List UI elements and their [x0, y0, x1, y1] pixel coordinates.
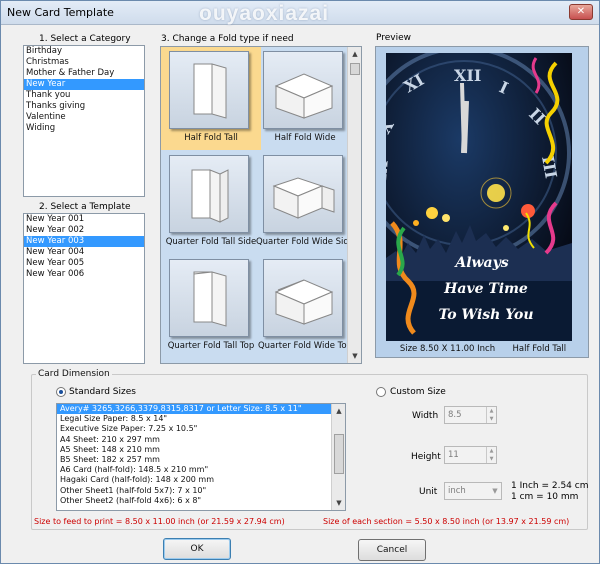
category-item[interactable]: Thanks giving — [24, 101, 144, 112]
unit-label: Unit — [419, 487, 438, 497]
size-option[interactable]: Other Sheet2 (half-fold 4x6): 6 x 8" — [57, 496, 331, 506]
fold-option-label: Quarter Fold Wide Side — [255, 237, 355, 247]
template-item[interactable]: New Year 004 — [24, 247, 144, 258]
fold-type-panel[interactable]: Quarter Fold Wide Top Quarter Fold Tall T… — [160, 46, 362, 364]
width-label: Width — [412, 411, 439, 421]
standard-sizes-label[interactable]: Standard Sizes — [69, 387, 136, 397]
quarter-fold-wide-top-icon[interactable] — [263, 259, 343, 337]
category-heading: 1. Select a Category — [39, 34, 131, 44]
category-item[interactable]: Thank you — [24, 90, 144, 101]
quarter-fold-wide-side-icon[interactable] — [263, 155, 343, 233]
category-list[interactable]: Birthday Christmas Mother & Father Day New … — [23, 45, 145, 197]
category-item[interactable]: New Year — [24, 79, 144, 90]
chevron-down-icon[interactable]: ▼ — [489, 483, 501, 499]
width-field[interactable]: 8.5 ▲ ▼ — [444, 406, 497, 424]
size-option[interactable]: A5 Sheet: 148 x 210 mm — [57, 445, 331, 455]
fold-option[interactable]: Half Fold Wide — [255, 47, 355, 150]
preview-caption: Size 8.50 X 11.00 Inch Half Fold Tall — [376, 344, 590, 354]
height-label: Height — [411, 452, 441, 462]
title-bar: New Card Template ouyaoxiazai ✕ — [1, 1, 599, 25]
template-item[interactable]: New Year 006 — [24, 269, 144, 280]
width-stepper[interactable]: ▲ ▼ — [486, 407, 496, 423]
fold-heading: 3. Change a Fold type if need — [161, 34, 294, 44]
ok-button[interactable]: OK — [163, 538, 231, 560]
preview-heading: Preview — [376, 33, 412, 43]
fold-scrollbar[interactable]: ▲ ▼ — [347, 47, 361, 363]
section-size-text: Size of each section = 5.50 x 8.50 inch … — [323, 517, 570, 526]
quarter-fold-tall-side-icon[interactable] — [169, 155, 249, 233]
template-item[interactable]: New Year 002 — [24, 225, 144, 236]
scroll-thumb[interactable] — [350, 63, 360, 75]
fold-option[interactable]: Quarter Fold Tall Top — [161, 255, 261, 358]
category-item[interactable]: Birthday — [24, 46, 144, 57]
card-line-2: Have Time — [443, 281, 528, 297]
size-option[interactable]: A4 Sheet: 210 x 297 mm — [57, 435, 331, 445]
size-option[interactable]: B5 Sheet: 182 x 257 mm — [57, 455, 331, 465]
height-stepper[interactable]: ▲ ▼ — [486, 447, 496, 463]
fold-option-label: Quarter Fold Wide Top — [257, 341, 353, 351]
category-item[interactable]: Christmas — [24, 57, 144, 68]
height-field[interactable]: 11 ▲ ▼ — [444, 446, 497, 464]
template-item[interactable]: New Year 003 — [24, 236, 144, 247]
standard-sizes-list[interactable]: Avery# 3265,3266,3379,8315,8317 or Lette… — [56, 403, 346, 511]
scroll-down-icon[interactable]: ▼ — [332, 496, 345, 510]
card-line-3: To Wish You — [438, 307, 533, 323]
preview-panel: XII I II III XI X IX Always Have Time To… — [375, 46, 589, 358]
height-value: 11 — [448, 450, 459, 460]
fold-option[interactable]: Quarter Fold Tall Side — [161, 151, 261, 254]
fold-option-label: Half Fold Wide — [274, 133, 336, 143]
feed-size-text: Size to feed to print = 8.50 x 11.00 inc… — [34, 517, 285, 526]
fold-option[interactable]: Quarter Fold Wide Side — [255, 151, 355, 254]
size-option[interactable]: Executive Size Paper: 7.25 x 10.5" — [57, 424, 331, 434]
conversion-cm: 1 cm = 10 mm — [511, 492, 579, 502]
category-item[interactable]: Widing — [24, 123, 144, 134]
template-list[interactable]: New Year 001 New Year 002 New Year 003 New … — [23, 213, 145, 364]
window-title: New Card Template — [7, 6, 114, 19]
size-option[interactable]: A6 Card (half-fold): 148.5 x 210 mm" — [57, 465, 331, 475]
conversion-inch: 1 Inch = 2.54 cm — [511, 481, 589, 491]
scroll-thumb[interactable] — [334, 434, 344, 474]
size-option[interactable]: Legal Size Paper: 8.5 x 14" — [57, 414, 331, 424]
category-item[interactable]: Valentine — [24, 112, 144, 123]
half-fold-wide-icon[interactable] — [263, 51, 343, 129]
quarter-fold-tall-top-icon[interactable] — [169, 259, 249, 337]
unit-select[interactable]: inch ▼ — [444, 482, 502, 500]
sizes-scrollbar[interactable]: ▲ ▼ — [331, 404, 345, 510]
custom-size-radio[interactable] — [376, 387, 386, 397]
fold-option-label: Quarter Fold Tall Side — [165, 237, 257, 247]
card-line-1: Always — [453, 255, 508, 271]
card-preview-image: XII I II III XI X IX Always Have Time To… — [386, 53, 572, 341]
cancel-button[interactable]: Cancel — [358, 539, 426, 561]
close-button[interactable]: ✕ — [569, 4, 593, 20]
svg-text:XII: XII — [454, 66, 481, 85]
fold-option-label: Quarter Fold Tall Top — [167, 341, 255, 351]
fold-option[interactable]: Quarter Fold Wide Top — [255, 255, 355, 358]
template-item[interactable]: New Year 005 — [24, 258, 144, 269]
close-icon[interactable]: ✕ — [577, 6, 585, 17]
scroll-up-icon[interactable]: ▲ — [332, 404, 345, 418]
scroll-down-icon[interactable]: ▼ — [348, 349, 361, 363]
card-dimension-legend: Card Dimension — [36, 369, 112, 379]
new-card-template-dialog: New Card Template ouyaoxiazai ✕ 1. Selec… — [0, 0, 600, 564]
preview-size: Size 8.50 X 11.00 Inch — [399, 344, 496, 354]
category-item[interactable]: Mother & Father Day — [24, 68, 144, 79]
template-item[interactable]: New Year 001 — [24, 214, 144, 225]
fold-option-label: Half Fold Tall — [184, 133, 238, 143]
scroll-up-icon[interactable]: ▲ — [348, 47, 361, 61]
standard-sizes-radio[interactable] — [56, 387, 66, 397]
custom-size-label[interactable]: Custom Size — [390, 387, 446, 397]
template-heading: 2. Select a Template — [39, 202, 131, 212]
width-value: 8.5 — [448, 410, 462, 420]
unit-value: inch — [448, 486, 466, 496]
half-fold-tall-icon[interactable] — [169, 51, 249, 129]
preview-fold: Half Fold Tall — [512, 344, 567, 354]
size-option[interactable]: Hagaki Card (half-fold): 148 x 200 mm — [57, 475, 331, 485]
new-year-clock-illustration: XII I II III XI X IX Always Have Time To… — [386, 53, 572, 341]
fold-option[interactable]: Half Fold Tall — [161, 47, 261, 150]
size-option[interactable]: Other Sheet1 (half-fold 5x7): 7 x 10" — [57, 486, 331, 496]
watermark: ouyaoxiazai — [199, 2, 330, 25]
size-option[interactable]: Avery# 3265,3266,3379,8315,8317 or Lette… — [57, 404, 331, 415]
